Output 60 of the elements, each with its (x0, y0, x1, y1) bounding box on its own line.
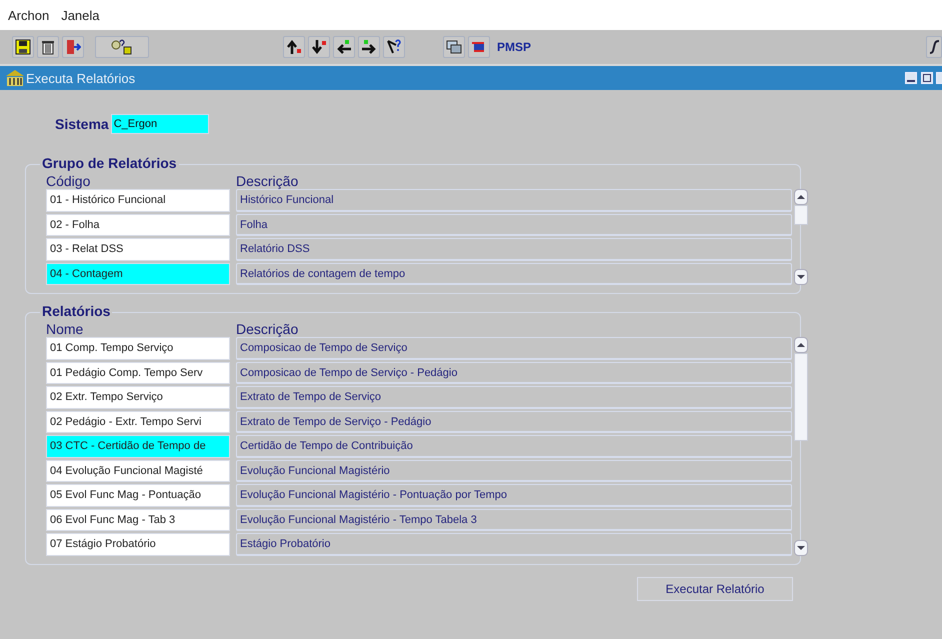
arrow-right-icon[interactable] (358, 36, 380, 58)
maximize-icon (923, 74, 931, 82)
group-title: Grupo de Relatórios (40, 155, 179, 171)
table-cell[interactable]: 04 Evolução Funcional Magisté (46, 460, 230, 482)
monitor-icon[interactable] (443, 36, 465, 58)
toolbar-label: PMSP (497, 40, 532, 54)
trash-icon[interactable] (37, 36, 59, 58)
column-header: Descrição (236, 321, 298, 337)
table-cell[interactable]: 03 CTC - Certidão de Tempo de (46, 435, 230, 458)
table-cell[interactable]: 01 - Histórico Funcional (46, 189, 230, 212)
table-cell[interactable]: 04 - Contagem (46, 262, 230, 285)
table-cell[interactable]: Evolução Funcional Magistério (236, 460, 792, 482)
function-icon[interactable] (926, 36, 942, 58)
table-cell[interactable]: Relatórios de contagem de tempo (236, 262, 792, 285)
minimize-button[interactable] (905, 72, 917, 84)
scrollbar-thumb[interactable] (794, 205, 808, 225)
table-cell[interactable]: 06 Evol Func Mag - Tab 3 (46, 508, 230, 531)
group-title: Relatórios (40, 303, 112, 319)
scroll-up-button[interactable] (794, 189, 808, 205)
column-header: Código (46, 173, 92, 189)
table-cell[interactable]: Evolução Funcional Magistério - Pontuação por Tempo (236, 484, 792, 506)
table-cell[interactable]: 01 Comp. Tempo Serviço (46, 337, 230, 360)
maximize-button[interactable] (921, 72, 933, 84)
field-label: Sistema (55, 116, 109, 132)
scroll-down-button[interactable] (794, 269, 808, 285)
table-cell[interactable]: Folha (236, 214, 792, 236)
help-pointer-icon[interactable] (383, 36, 405, 58)
table-cell[interactable]: Certidão de Tempo de Contribuição (236, 435, 792, 458)
table-cell[interactable]: Extrato de Tempo de Serviço (236, 386, 792, 408)
exit-icon[interactable] (62, 36, 84, 58)
table-cell[interactable]: Composicao de Tempo de Serviço (236, 337, 792, 360)
table-cell[interactable]: Estágio Probatório (236, 533, 792, 556)
menu-item[interactable]: Janela (61, 8, 100, 22)
query-icon[interactable] (95, 36, 149, 58)
table-cell[interactable]: 02 Extr. Tempo Serviço (46, 386, 230, 408)
arrow-up-icon[interactable] (283, 36, 305, 58)
table-cell[interactable]: Relatório DSS (236, 238, 792, 260)
save-icon[interactable] (12, 36, 34, 58)
menu-item[interactable]: Archon (8, 8, 50, 22)
arrow-left-icon[interactable] (333, 36, 355, 58)
column-header: Descrição (236, 173, 298, 189)
execute-report-button[interactable]: Executar Relatório (637, 576, 793, 600)
table-cell[interactable]: Evolução Funcional Magistério - Tempo Tabela 3 (236, 508, 792, 531)
table-cell[interactable]: 02 Pedágio - Extr. Tempo Servi (46, 410, 230, 433)
table-cell[interactable]: 01 Pedágio Comp. Tempo Serv (46, 362, 230, 384)
input-field[interactable]: C_Ergon (110, 114, 209, 134)
scrollbar-thumb[interactable] (794, 353, 808, 441)
window-title: Executa Relatórios (26, 70, 136, 86)
arrow-down-icon[interactable] (308, 36, 330, 58)
building-icon (6, 70, 24, 86)
table-cell[interactable]: 03 - Relat DSS (46, 238, 230, 260)
table-cell[interactable]: Histórico Funcional (236, 189, 792, 212)
scroll-up-button[interactable] (794, 337, 808, 353)
table-cell[interactable]: 05 Evol Func Mag - Pontuação (46, 484, 230, 506)
table-cell[interactable]: Composicao de Tempo de Serviço - Pedágio (236, 362, 792, 384)
table-cell[interactable]: 07 Estágio Probatório (46, 533, 230, 556)
column-header: Nome (46, 321, 84, 337)
scroll-down-button[interactable] (794, 540, 808, 556)
table-cell[interactable]: Extrato de Tempo de Serviço - Pedágio (236, 410, 792, 433)
table-cell[interactable]: 02 - Folha (46, 214, 230, 236)
